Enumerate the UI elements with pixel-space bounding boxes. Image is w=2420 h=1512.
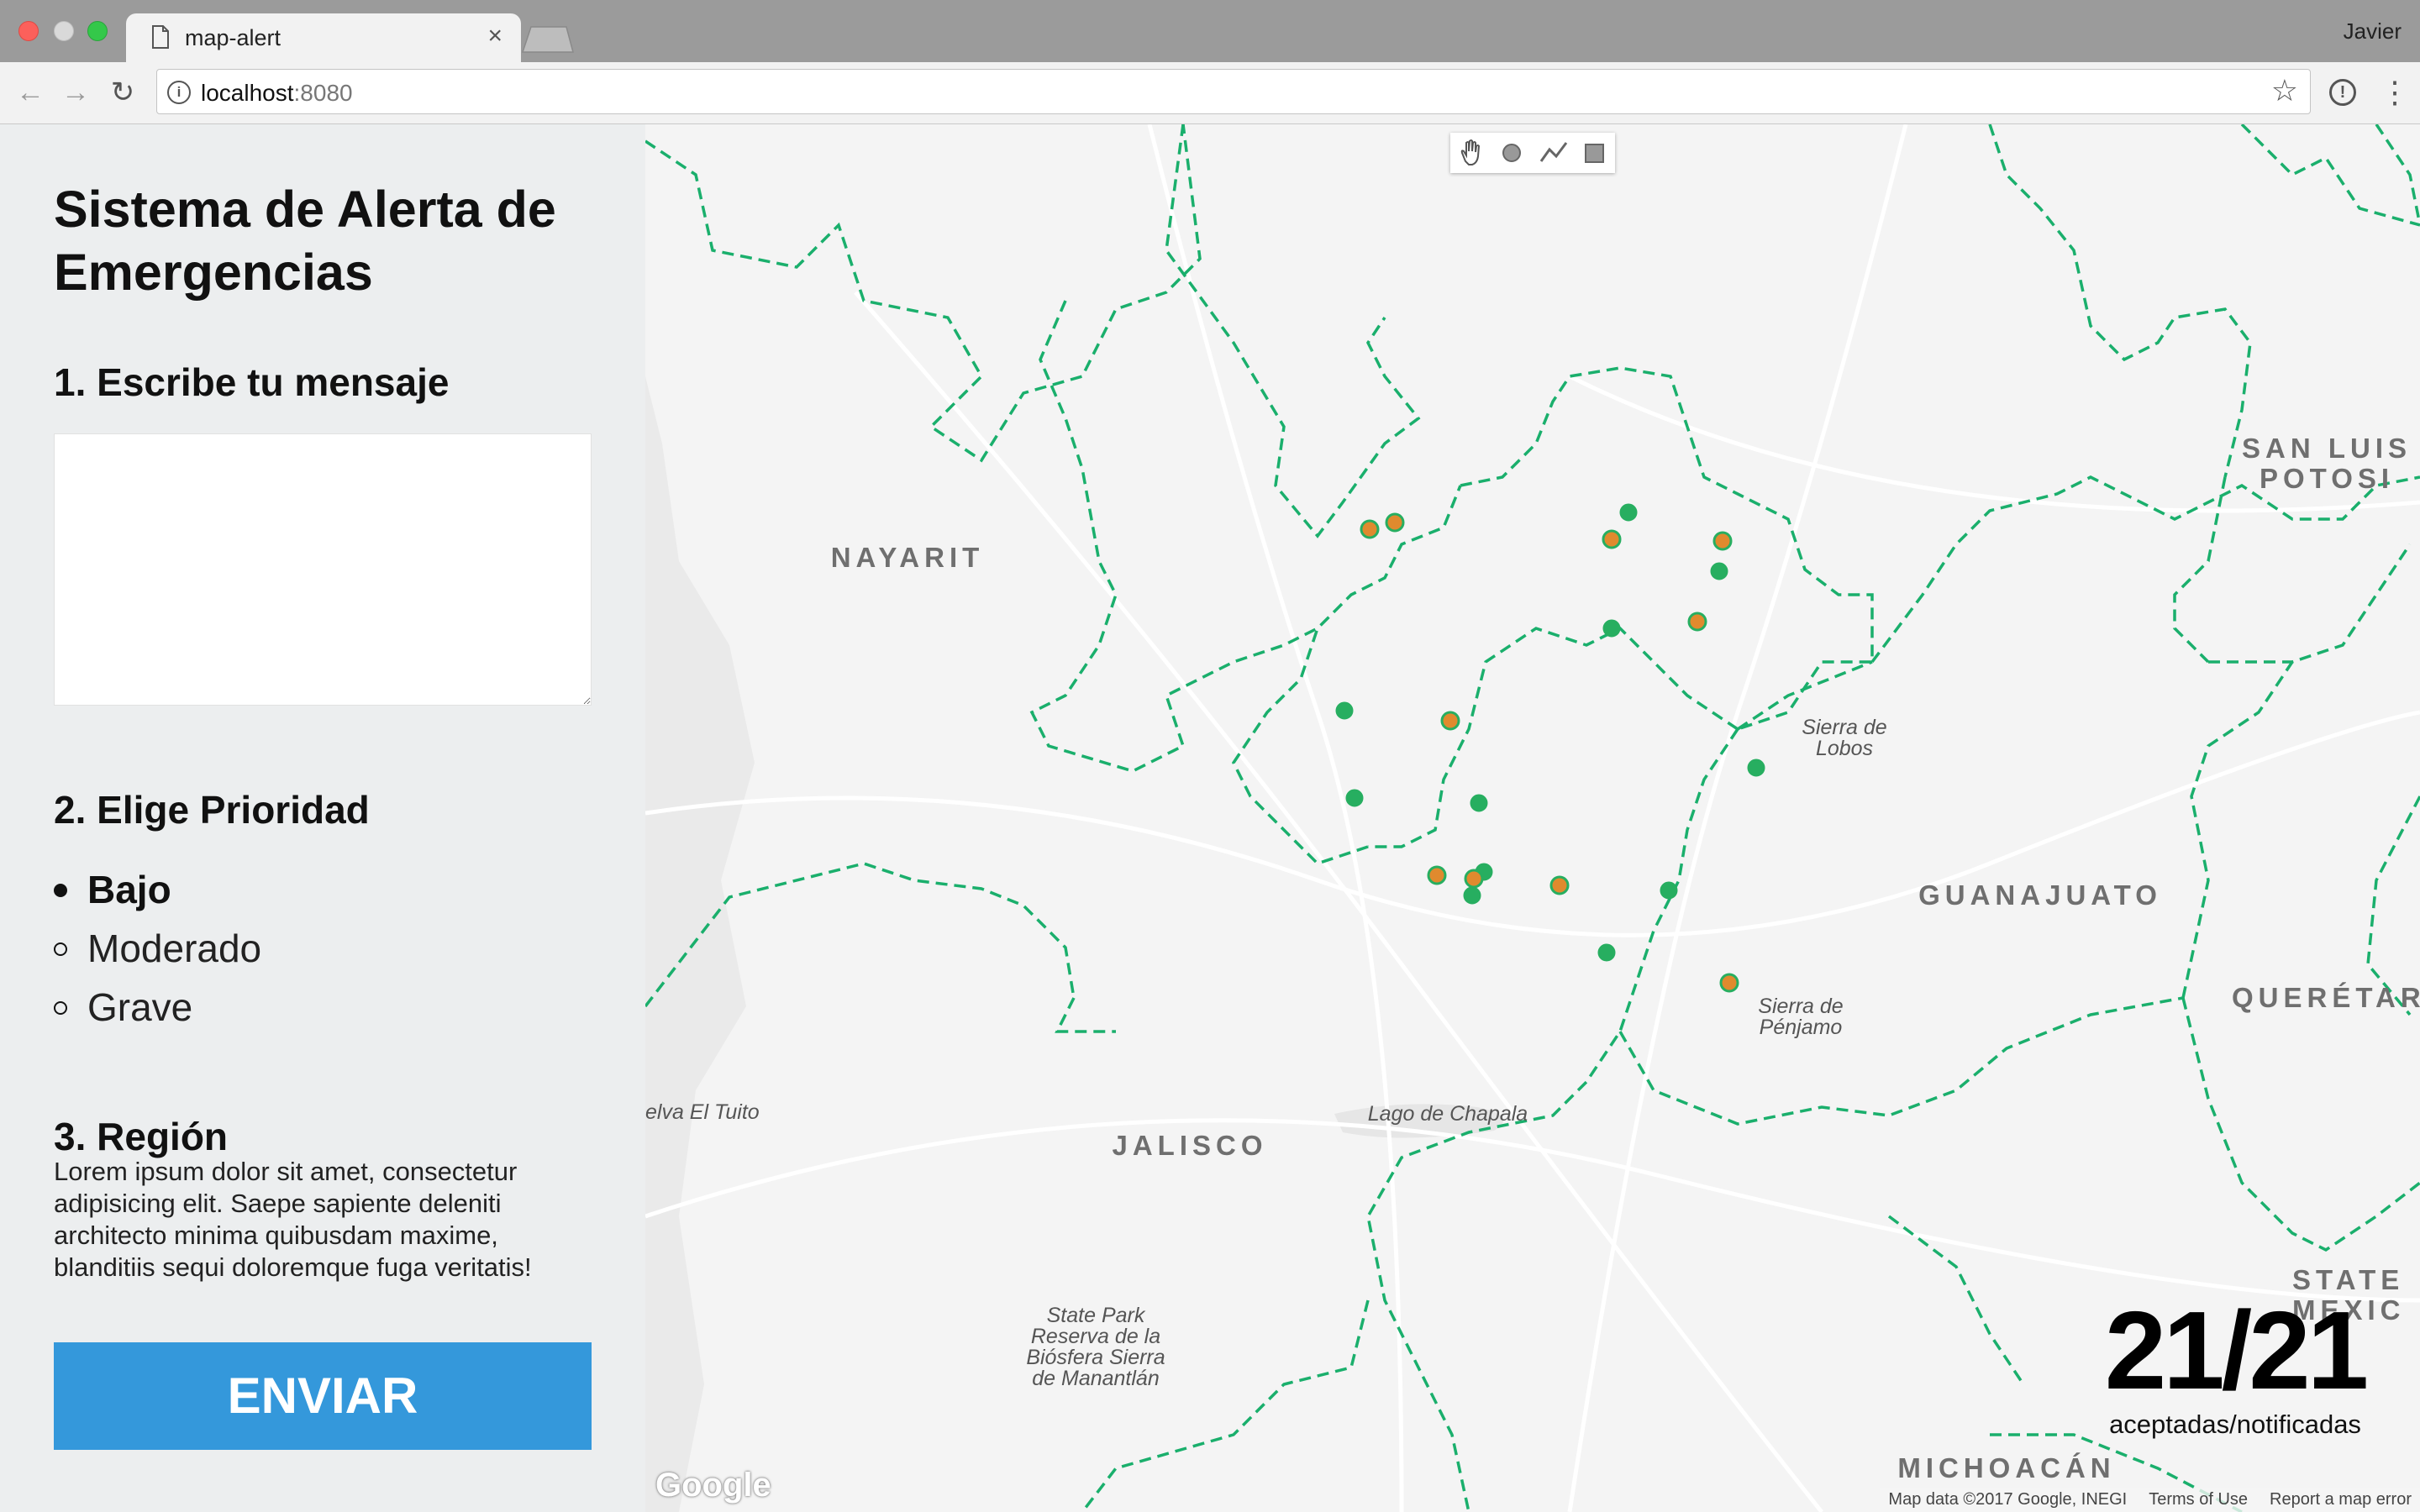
- hand-icon[interactable]: [1450, 133, 1491, 173]
- alert-panel: Sistema de Alerta de Emergencias 1. Escr…: [0, 124, 645, 1512]
- alert-marker-accepted[interactable]: [1549, 875, 1570, 895]
- radio-bullet-icon: [54, 1001, 67, 1015]
- alert-marker-accepted[interactable]: [1360, 519, 1380, 539]
- ocean-area: [645, 124, 755, 1512]
- region-description: Lorem ipsum dolor sit amet, consectetur …: [54, 1157, 532, 1282]
- alert-counter: 21/21 aceptadas/notificadas: [2059, 1292, 2412, 1440]
- browser-tab[interactable]: map-alert ×: [126, 13, 521, 64]
- label-jalisco: JALISCO: [1112, 1130, 1268, 1161]
- alert-markers: [1335, 503, 1765, 993]
- reload-icon[interactable]: ↻: [106, 76, 139, 109]
- url-port: :8080: [293, 80, 353, 106]
- counter-caption: aceptadas/notificadas: [2109, 1410, 2361, 1439]
- alert-marker-notified[interactable]: [1470, 794, 1488, 812]
- tab-close-icon[interactable]: ×: [487, 22, 502, 50]
- map-attribution: Map data ©2017 Google, INEGI Terms of Us…: [1880, 1488, 2420, 1512]
- browser-menu-icon[interactable]: ⋮: [2380, 72, 2410, 113]
- map-data-text: Map data ©2017 Google, INEGI: [1888, 1490, 2128, 1509]
- page-title: Sistema de Alerta de Emergencias: [54, 181, 556, 301]
- page-icon: [152, 25, 169, 49]
- alert-marker-accepted[interactable]: [1687, 612, 1707, 632]
- forward-arrow-icon[interactable]: →: [59, 76, 92, 109]
- counter-value: 21/21: [2104, 1289, 2369, 1412]
- alert-marker-notified[interactable]: [1335, 701, 1354, 720]
- radio-bullet-icon: [54, 942, 67, 956]
- priority-option-moderado[interactable]: Moderado: [54, 922, 261, 981]
- rectangle-icon[interactable]: [1574, 133, 1615, 173]
- step2-heading: 2. Elige Prioridad: [54, 788, 370, 832]
- url-host: localhost: [201, 80, 294, 106]
- alert-marker-notified[interactable]: [1619, 503, 1638, 522]
- browser-toolbar: ← → ↻ i localhost:8080 ☆ ! ⋮: [0, 62, 2420, 124]
- priority-list: Bajo Moderado Grave: [54, 864, 261, 1040]
- circle-icon[interactable]: [1491, 133, 1533, 173]
- alert-marker-notified[interactable]: [1710, 562, 1728, 580]
- label-queretaro: QUERÉTAR: [2232, 982, 2420, 1013]
- address-bar[interactable]: i localhost:8080 ☆: [156, 69, 2311, 114]
- alert-marker-notified[interactable]: [1660, 881, 1678, 900]
- alert-marker-notified[interactable]: [1602, 619, 1621, 638]
- priority-label: Grave: [87, 985, 193, 1029]
- new-tab-button[interactable]: [521, 25, 575, 54]
- extension-icon[interactable]: !: [2329, 79, 2356, 106]
- alert-marker-accepted[interactable]: [1712, 531, 1733, 551]
- polyline-icon[interactable]: [1533, 133, 1574, 173]
- label-sierra-penjamo: Sierra de Pénjamo: [1758, 995, 1844, 1039]
- alert-marker-notified[interactable]: [1597, 943, 1616, 962]
- alert-marker-accepted[interactable]: [1602, 529, 1622, 549]
- window-minimize-button[interactable]: [54, 21, 74, 41]
- terms-link[interactable]: Terms of Use: [2149, 1490, 2248, 1510]
- send-button[interactable]: ENVIAR: [54, 1342, 592, 1450]
- tab-title: map-alert: [185, 25, 281, 50]
- label-el-tuito: elva El Tuito: [645, 1100, 760, 1124]
- alert-marker-accepted[interactable]: [1427, 865, 1447, 885]
- bookmark-star-icon[interactable]: ☆: [2271, 73, 2298, 108]
- radio-bullet-icon: [54, 884, 67, 897]
- alert-marker-notified[interactable]: [1463, 886, 1481, 905]
- alert-marker-accepted[interactable]: [1464, 869, 1484, 889]
- alert-marker-accepted[interactable]: [1385, 512, 1405, 533]
- alert-marker-notified[interactable]: [1747, 759, 1765, 777]
- label-guanajuato: GUANAJUATO: [1918, 879, 2162, 911]
- report-error-link[interactable]: Report a map error: [2270, 1490, 2412, 1510]
- google-logo: Google: [655, 1467, 771, 1504]
- step3-heading: 3. Región: [54, 1115, 229, 1158]
- url-text: localhost:8080: [201, 80, 353, 107]
- step1-heading: 1. Escribe tu mensaje: [54, 360, 450, 404]
- priority-label: Moderado: [87, 927, 262, 970]
- window-maximize-button[interactable]: [87, 21, 108, 41]
- browser-tab-bar: map-alert × Javier: [0, 0, 2420, 64]
- profile-name[interactable]: Javier: [2344, 18, 2402, 45]
- info-icon[interactable]: i: [167, 81, 191, 104]
- label-san-luis-potosi: SAN LUIS POTOSI: [2241, 433, 2412, 494]
- alert-marker-notified[interactable]: [1345, 789, 1364, 807]
- label-sierra-lobos: Sierra de Lobos: [1802, 716, 1887, 760]
- back-arrow-icon[interactable]: ←: [13, 76, 47, 109]
- alert-marker-accepted[interactable]: [1440, 711, 1460, 731]
- label-nayarit: NAYARIT: [830, 542, 985, 573]
- label-lago-chapala: Lago de Chapala: [1367, 1102, 1528, 1126]
- label-state-park: State Park Reserva de la Biósfera Sierra…: [1026, 1304, 1165, 1390]
- priority-option-grave[interactable]: Grave: [54, 981, 261, 1040]
- priority-option-bajo[interactable]: Bajo: [54, 864, 261, 922]
- message-textarea[interactable]: [54, 433, 592, 706]
- drawing-toolbar: [1450, 133, 1615, 173]
- map-canvas[interactable]: NAYARIT JALISCO GUANAJUATO SAN LUIS POTO…: [645, 124, 2420, 1512]
- priority-label: Bajo: [87, 868, 171, 911]
- label-michoacan: MICHOACÁN: [1897, 1452, 2116, 1483]
- window-close-button[interactable]: [18, 21, 39, 41]
- alert-marker-accepted[interactable]: [1719, 973, 1739, 993]
